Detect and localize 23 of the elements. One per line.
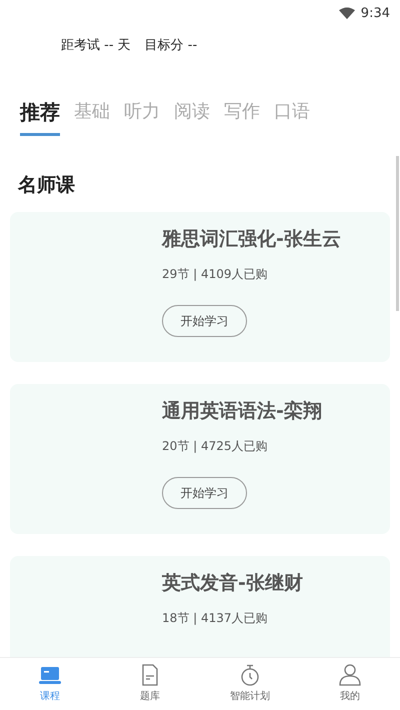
person-icon[interactable]: [338, 664, 362, 686]
wifi-icon: [338, 6, 355, 20]
laptop-icon[interactable]: [38, 664, 62, 686]
course-title: 英式发音-张继财: [162, 571, 304, 596]
section-title: 名师课: [16, 173, 76, 198]
target-score: 目标分 --: [144, 37, 198, 55]
nav-label[interactable]: 课程: [40, 689, 60, 703]
course-card[interactable]: 雅思词汇强化-张生云 29节 | 4109人已购 开始学习: [10, 212, 390, 362]
category-tab[interactable]: 推荐: [20, 99, 60, 136]
course-title: 通用英语语法-栾翔: [162, 399, 323, 424]
course-card[interactable]: 英式发音-张继财 18节 | 4137人已购: [10, 556, 390, 657]
exam-countdown: 距考试 -- 天: [61, 37, 131, 55]
course-card[interactable]: 通用英语语法-栾翔 20节 | 4725人已购 开始学习: [10, 384, 390, 534]
nav-label[interactable]: 题库: [140, 689, 160, 703]
nav-label[interactable]: 我的: [340, 689, 360, 703]
start-study-button[interactable]: 开始学习: [162, 477, 247, 509]
course-title: 雅思词汇强化-张生云: [162, 227, 342, 252]
course-meta: 29节 | 4109人已购: [162, 266, 268, 283]
course-meta: 18节 | 4137人已购: [162, 610, 268, 627]
start-study-button[interactable]: 开始学习: [162, 305, 247, 337]
course-meta: 20节 | 4725人已购: [162, 438, 268, 455]
status-time: 9:34: [360, 6, 390, 20]
nav-label[interactable]: 智能计划: [230, 689, 270, 703]
